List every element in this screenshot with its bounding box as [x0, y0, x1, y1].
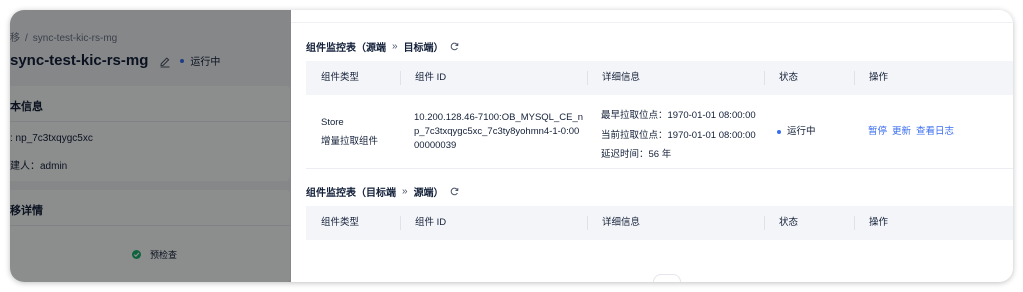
column-header: 详细信息 [602, 217, 641, 228]
component-type-desc: 增量拉取组件 [321, 136, 379, 147]
empty-state-icon [653, 274, 681, 282]
divider [291, 22, 1013, 23]
component-id-line: p_7c3txqygc5xc_7c3ty8yohmn4-1-0:00 [414, 126, 580, 137]
actions-cell: 暂停 更新 查看日志 [868, 125, 959, 139]
component-type-cell: Store 增量拉取组件 [321, 116, 378, 149]
column-header: 组件 ID [415, 217, 447, 228]
table-header: 组件类型 组件 ID 详细信息 状态 操作 [306, 206, 1013, 240]
column-header: 操作 [869, 217, 889, 228]
section-title-target-to-source: 组件监控表（目标端 » 源端） [306, 184, 459, 199]
component-id-line: 10.200.128.46-7100:OB_MYSQL_CE_n [414, 112, 584, 123]
latency: 延迟时间：56 年 [601, 149, 672, 160]
status-text: 运行中 [787, 126, 816, 137]
column-header: 详细信息 [602, 72, 641, 83]
modal-overlay[interactable] [10, 10, 291, 282]
section-title-suffix: 源端） [413, 188, 444, 199]
update-button[interactable]: 更新 [892, 126, 911, 137]
component-type-name: Store [321, 117, 344, 128]
arrow-icon: » [402, 186, 408, 197]
section-title-prefix: 组件监控表（目标端 [306, 188, 396, 199]
earliest-position: 最早拉取位点：1970-01-01 08:00:00 [601, 110, 756, 121]
status-dot-icon [777, 130, 781, 134]
column-header: 操作 [869, 72, 889, 83]
column-header: 组件类型 [321, 217, 360, 228]
component-id-cell: 10.200.128.46-7100:OB_MYSQL_CE_n p_7c3tx… [414, 111, 586, 153]
view-logs-button[interactable]: 查看日志 [916, 126, 954, 137]
table-row: Store 增量拉取组件 10.200.128.46-7100:OB_MYSQL… [306, 96, 1013, 169]
app-window: 移 / sync-test-kic-rs-mg sync-test-kic-rs-m… [10, 10, 1013, 282]
status-cell: 运行中 [777, 125, 816, 139]
column-header: 组件 ID [415, 72, 447, 83]
component-id-line: 00000039 [414, 140, 457, 151]
section-title-source-to-target: 组件监控表（源端 » 目标端） [306, 39, 459, 54]
table-header: 组件类型 组件 ID 详细信息 状态 操作 [306, 61, 1013, 95]
current-position: 当前拉取位点：1970-01-01 08:00:00 [601, 129, 756, 141]
component-monitor-drawer: 组件监控表（源端 » 目标端） 组件类型 组件 ID 详细信息 状态 操作 St… [291, 10, 1013, 282]
column-header: 状态 [779, 72, 799, 83]
refresh-icon[interactable] [450, 42, 459, 51]
refresh-icon[interactable] [450, 187, 459, 196]
section-title-suffix: 目标端） [403, 43, 444, 54]
arrow-icon: » [392, 41, 398, 52]
detail-cell: 最早拉取位点：1970-01-01 08:00:00 当前拉取位点：1970-0… [601, 106, 756, 165]
section-title-prefix: 组件监控表（源端 [306, 43, 386, 54]
pause-button[interactable]: 暂停 [868, 126, 887, 137]
column-header: 组件类型 [321, 72, 360, 83]
column-header: 状态 [779, 217, 799, 228]
